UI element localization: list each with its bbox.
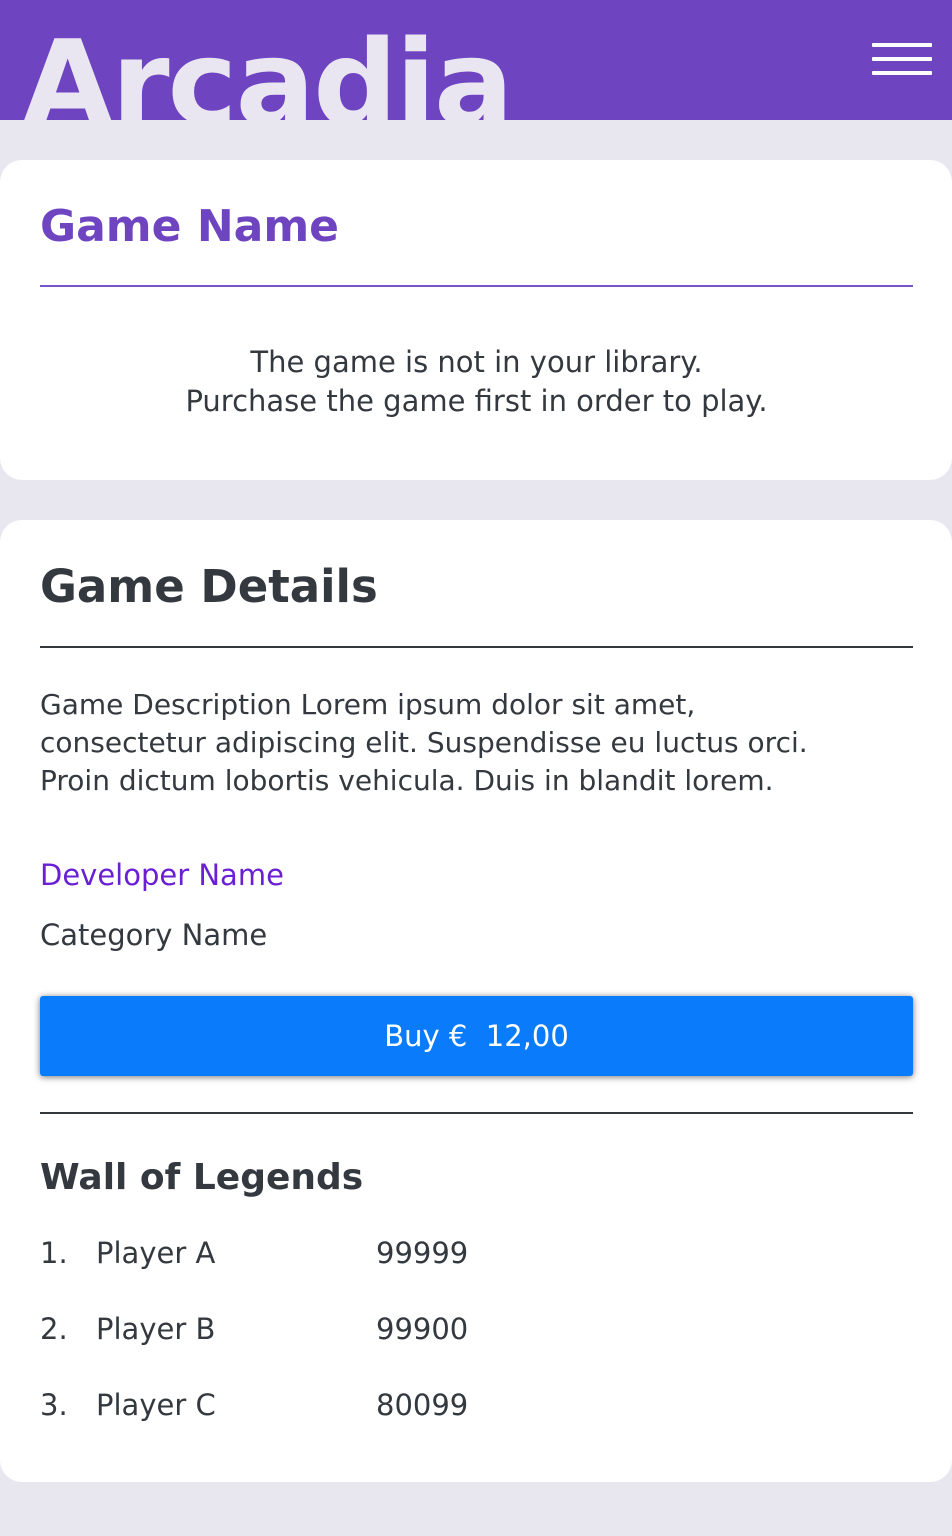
leaderboard-row: 2. Player B 99900	[40, 1309, 913, 1349]
menu-bar	[872, 43, 932, 47]
title-divider	[40, 285, 913, 287]
details-divider	[40, 646, 913, 648]
notice-line: Purchase the game first in order to play…	[185, 384, 768, 418]
leaderboard-score: 99900	[376, 1312, 469, 1346]
category-label: Category Name	[40, 918, 268, 952]
leaderboard-score: 99999	[376, 1236, 469, 1270]
game-details-heading: Game Details	[40, 560, 378, 613]
description-line: consectetur adipiscing elit. Suspendisse…	[40, 726, 808, 759]
description-line: Game Description Lorem ipsum dolor sit a…	[40, 688, 696, 721]
legends-divider	[40, 1112, 913, 1114]
buy-button[interactable]: Buy € 12,00	[40, 996, 913, 1076]
library-notice-message: The game is not in your library. Purchas…	[40, 343, 913, 421]
hamburger-menu-icon[interactable]	[862, 34, 942, 84]
leaderboard-row: 1. Player A 99999	[40, 1233, 913, 1273]
notice-line: The game is not in your library.	[250, 345, 703, 379]
leaderboard-player: Player C	[96, 1388, 216, 1422]
app-header: Arcadia	[0, 0, 952, 120]
leaderboard-rank: 2.	[40, 1312, 68, 1346]
menu-bar	[872, 57, 932, 61]
leaderboard-row: 3. Player C 80099	[40, 1385, 913, 1425]
wall-of-legends-heading: Wall of Legends	[40, 1157, 364, 1198]
game-name-title: Game Name	[40, 201, 340, 252]
leaderboard-rank: 3.	[40, 1388, 68, 1422]
app-logo[interactable]: Arcadia	[22, 8, 514, 120]
leaderboard-player: Player B	[96, 1312, 216, 1346]
leaderboard-rank: 1.	[40, 1236, 68, 1270]
game-description: Game Description Lorem ipsum dolor sit a…	[40, 686, 920, 800]
leaderboard-score: 80099	[376, 1388, 469, 1422]
leaderboard-player: Player A	[96, 1236, 216, 1270]
menu-bar	[872, 71, 932, 75]
developer-link[interactable]: Developer Name	[40, 855, 284, 895]
description-line: Proin dictum lobortis vehicula. Duis in …	[40, 764, 774, 797]
